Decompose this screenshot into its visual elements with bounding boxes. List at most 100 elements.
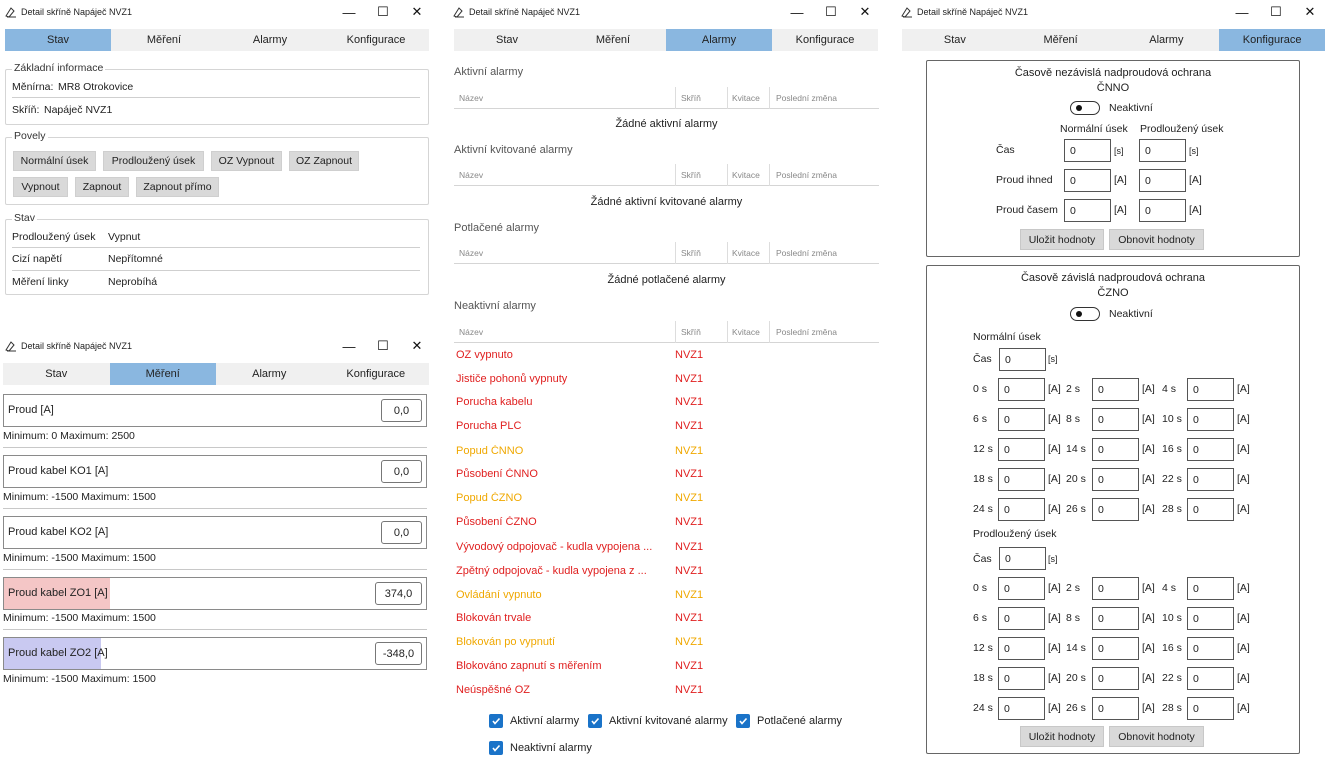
czno-current-input[interactable]: 0 xyxy=(1092,667,1139,690)
alarm-row[interactable]: Porucha PLC NVZ1 xyxy=(456,418,876,436)
alarm-row[interactable]: OZ vypnuto NVZ1 xyxy=(456,347,876,365)
cnno-normal-input[interactable]: 0 xyxy=(1064,199,1111,222)
tab-konfigurace[interactable]: Konfigurace xyxy=(323,29,429,51)
tab-stav[interactable]: Stav xyxy=(454,29,560,51)
czno-current-input[interactable]: 0 xyxy=(1092,468,1139,491)
czno-current-input[interactable]: 0 xyxy=(1092,577,1139,600)
czno-current-input[interactable]: 0 xyxy=(1187,378,1234,401)
tab-konfigurace[interactable]: Konfigurace xyxy=(772,29,878,51)
tab-stav[interactable]: Stav xyxy=(3,363,110,385)
header-nazev[interactable]: Název xyxy=(459,248,483,258)
zapnout-button[interactable]: Zapnout xyxy=(75,177,129,197)
alarm-row[interactable]: Popud ČZNO NVZ1 xyxy=(456,490,876,508)
czno-current-input[interactable]: 0 xyxy=(1187,408,1234,431)
tab-mereni[interactable]: Měření xyxy=(1007,29,1114,51)
alarm-row[interactable]: Blokován trvale NVZ1 xyxy=(456,610,876,628)
tab-alarmy[interactable]: Alarmy xyxy=(216,363,323,385)
header-skrin[interactable]: Skříň xyxy=(681,93,701,103)
alarm-row[interactable]: Vývodový odpojovač - kudla vypojena ... N… xyxy=(456,539,876,557)
cnno-normal-input[interactable]: 0 xyxy=(1064,169,1111,192)
cnno-extended-input[interactable]: 0 xyxy=(1139,169,1186,192)
oz-vypnout-button[interactable]: OZ Vypnout xyxy=(211,151,282,171)
header-posledni-zmena[interactable]: Poslední změna xyxy=(776,248,837,258)
close-icon[interactable]: ✕ xyxy=(848,0,882,24)
alarm-row[interactable]: Neúspěšné OZ NVZ1 xyxy=(456,682,876,700)
minimize-icon[interactable]: — xyxy=(1225,0,1259,24)
czno-current-input[interactable]: 0 xyxy=(998,607,1045,630)
header-nazev[interactable]: Název xyxy=(459,170,483,180)
cnno-extended-input[interactable]: 0 xyxy=(1139,139,1186,162)
prodlouzeny-usek-button[interactable]: Prodloužený úsek xyxy=(103,151,204,171)
maximize-icon[interactable]: ☐ xyxy=(1259,0,1293,24)
czno-current-input[interactable]: 0 xyxy=(1187,697,1234,720)
czno-current-input[interactable]: 0 xyxy=(998,697,1045,720)
alarm-row[interactable]: Porucha kabelu NVZ1 xyxy=(456,394,876,412)
maximize-icon[interactable]: ☐ xyxy=(814,0,848,24)
alarm-row[interactable]: Popud ČNNO NVZ1 xyxy=(456,443,876,461)
alarm-row[interactable]: Blokováno zapnutí s měřením NVZ1 xyxy=(456,658,876,676)
czno-current-input[interactable]: 0 xyxy=(1187,468,1234,491)
header-posledni-zmena[interactable]: Poslední změna xyxy=(776,327,837,337)
czno-current-input[interactable]: 0 xyxy=(1092,697,1139,720)
header-nazev[interactable]: Název xyxy=(459,327,483,337)
czno-current-input[interactable]: 0 xyxy=(998,378,1045,401)
cnno-toggle[interactable] xyxy=(1070,101,1100,115)
czno-save-button[interactable]: Uložit hodnoty xyxy=(1020,726,1104,747)
close-icon[interactable]: ✕ xyxy=(400,334,434,358)
czno-reload-button[interactable]: Obnovit hodnoty xyxy=(1109,726,1204,747)
normalni-usek-button[interactable]: Normální úsek xyxy=(13,151,96,171)
czno-current-input[interactable]: 0 xyxy=(1187,667,1234,690)
czno-normal-time-input[interactable]: 0 xyxy=(999,348,1046,371)
tab-mereni[interactable]: Měření xyxy=(560,29,666,51)
czno-current-input[interactable]: 0 xyxy=(998,408,1045,431)
tab-konfigurace[interactable]: Konfigurace xyxy=(322,363,429,385)
zapnout-primo-button[interactable]: Zapnout přímo xyxy=(136,177,219,197)
czno-current-input[interactable]: 0 xyxy=(1187,438,1234,461)
czno-current-input[interactable]: 0 xyxy=(1187,607,1234,630)
alarm-row[interactable]: Působení ČZNO NVZ1 xyxy=(456,514,876,532)
minimize-icon[interactable]: — xyxy=(332,0,366,24)
czno-current-input[interactable]: 0 xyxy=(1092,607,1139,630)
tab-konfigurace[interactable]: Konfigurace xyxy=(1219,29,1325,51)
czno-current-input[interactable]: 0 xyxy=(1092,438,1139,461)
alarm-row[interactable]: Blokován po vypnutí NVZ1 xyxy=(456,634,876,652)
header-nazev[interactable]: Název xyxy=(459,93,483,103)
czno-current-input[interactable]: 0 xyxy=(1092,498,1139,521)
filter-inactive-checkbox[interactable]: Neaktivní alarmy xyxy=(489,741,592,755)
czno-extended-time-input[interactable]: 0 xyxy=(999,547,1046,570)
maximize-icon[interactable]: ☐ xyxy=(366,0,400,24)
tab-mereni[interactable]: Měření xyxy=(111,29,217,51)
czno-current-input[interactable]: 0 xyxy=(998,667,1045,690)
tab-mereni[interactable]: Měření xyxy=(109,363,216,385)
czno-current-input[interactable]: 0 xyxy=(998,577,1045,600)
tab-alarmy[interactable]: Alarmy xyxy=(217,29,323,51)
filter-suppressed-checkbox[interactable]: Potlačené alarmy xyxy=(736,714,842,728)
vypnout-button[interactable]: Vypnout xyxy=(13,177,68,197)
czno-current-input[interactable]: 0 xyxy=(1092,408,1139,431)
header-posledni-zmena[interactable]: Poslední změna xyxy=(776,93,837,103)
czno-current-input[interactable]: 0 xyxy=(1187,498,1234,521)
alarm-row[interactable]: Působení ČNNO NVZ1 xyxy=(456,466,876,484)
alarm-row[interactable]: Zpětný odpojovač - kudla vypojena z ... N… xyxy=(456,563,876,581)
czno-current-input[interactable]: 0 xyxy=(1092,637,1139,660)
czno-current-input[interactable]: 0 xyxy=(998,498,1045,521)
czno-current-input[interactable]: 0 xyxy=(998,438,1045,461)
cnno-extended-input[interactable]: 0 xyxy=(1139,199,1186,222)
czno-current-input[interactable]: 0 xyxy=(1092,378,1139,401)
header-skrin[interactable]: Skříň xyxy=(681,170,701,180)
czno-toggle[interactable] xyxy=(1070,307,1100,321)
czno-current-input[interactable]: 0 xyxy=(998,468,1045,491)
cnno-reload-button[interactable]: Obnovit hodnoty xyxy=(1109,229,1204,250)
filter-acked-checkbox[interactable]: Aktivní kvitované alarmy xyxy=(588,714,728,728)
tab-stav[interactable]: Stav xyxy=(5,29,111,51)
header-skrin[interactable]: Skříň xyxy=(681,327,701,337)
header-skrin[interactable]: Skříň xyxy=(681,248,701,258)
cnno-save-button[interactable]: Uložit hodnoty xyxy=(1020,229,1104,250)
header-kvitace[interactable]: Kvitace xyxy=(732,248,760,258)
minimize-icon[interactable]: — xyxy=(780,0,814,24)
cnno-normal-input[interactable]: 0 xyxy=(1064,139,1111,162)
close-icon[interactable]: ✕ xyxy=(1293,0,1327,24)
header-kvitace[interactable]: Kvitace xyxy=(732,327,760,337)
alarm-row[interactable]: Jističe pohonů vypnuty NVZ1 xyxy=(456,371,876,389)
oz-zapnout-button[interactable]: OZ Zapnout xyxy=(289,151,359,171)
